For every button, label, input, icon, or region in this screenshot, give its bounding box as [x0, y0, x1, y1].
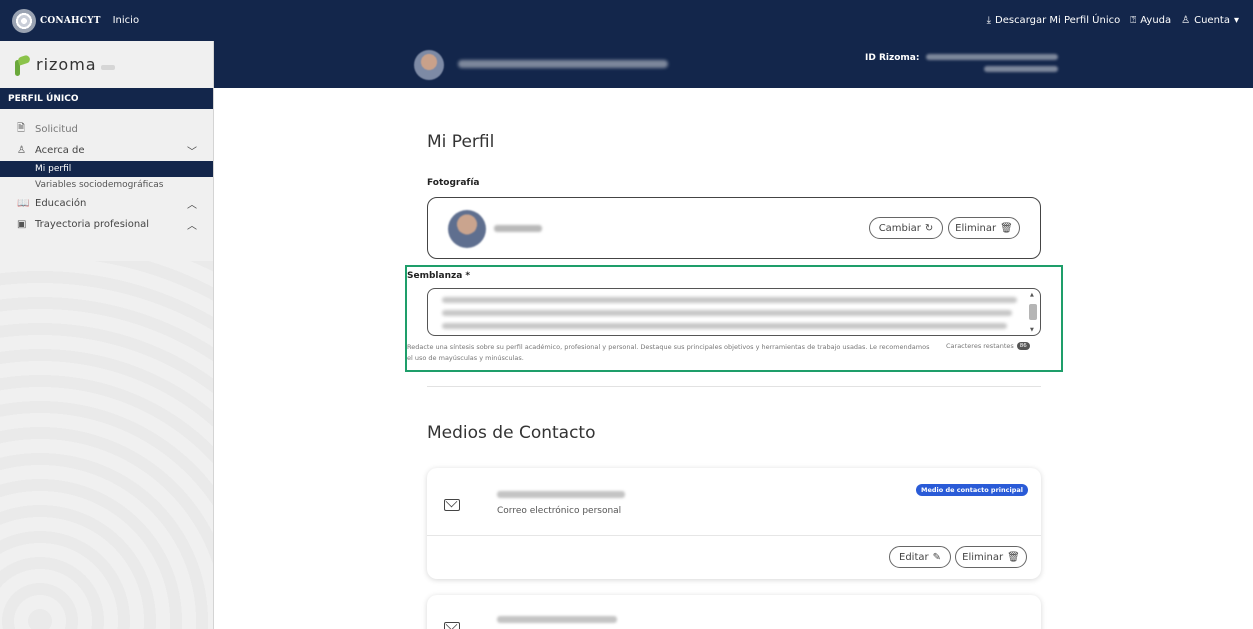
chevron-down-icon: ﹀ [187, 147, 197, 158]
contact-section-title: Medios de Contacto [427, 423, 596, 443]
account-label: Cuenta [1194, 15, 1230, 26]
rizoma-leaf-icon [12, 54, 32, 76]
home-link[interactable]: Inicio [113, 15, 139, 26]
scroll-up-icon: ▲ [1030, 292, 1034, 298]
trash-icon: 🗑 [1000, 222, 1013, 234]
contact-email-redacted [497, 491, 625, 498]
refresh-icon: ↻ [924, 222, 934, 234]
remaining-characters: Caracteres restantes 86 [946, 342, 1030, 350]
sidebar-item-label: Educación [35, 198, 87, 209]
user-icon: ♙ [17, 145, 26, 156]
book-icon: 📖 [17, 198, 30, 209]
sidebar-item-educacion[interactable]: 📖 Educación ︿ [0, 193, 213, 214]
download-profile-link[interactable]: ⤓ Descargar Mi Perfil Único [987, 15, 1121, 26]
delete-photo-button[interactable]: Eliminar 🗑 [948, 217, 1020, 239]
contact-type: Correo electrónico personal [497, 506, 622, 516]
photo-label: Fotografía [427, 178, 480, 188]
bio-helper-text: Redacte una síntesis sobre su perfil aca… [407, 343, 930, 362]
user-icon: ♙ [1181, 14, 1191, 26]
delete-contact-button[interactable]: Eliminar 🗑 [955, 546, 1027, 568]
help-link[interactable]: ⍰ Ayuda [1130, 15, 1171, 26]
top-navbar: CONAHCYT Inicio ⤓ Descargar Mi Perfil Ún… [0, 0, 1253, 41]
conahcyt-logo[interactable]: CONAHCYT [12, 8, 101, 33]
contact-card: Correo electrónico personal Medio de con… [427, 468, 1041, 579]
edit-contact-label: Editar [899, 551, 929, 563]
sidebar-item-trayectoria[interactable]: ▣ Trayectoria profesional ︿ [0, 214, 213, 235]
bio-label: Semblanza * [407, 271, 471, 281]
page-title: Mi Perfil [427, 132, 495, 152]
sidebar-item-label: Trayectoria profesional [35, 219, 150, 230]
change-photo-button[interactable]: Cambiar ↻ [869, 217, 943, 239]
photo-filename-redacted [494, 225, 542, 232]
badge-icon: ▣ [17, 219, 27, 230]
main-content: Mi Perfil Fotografía Cambiar ↻ Eliminar … [214, 88, 1253, 629]
delete-contact-label: Eliminar [962, 551, 1004, 563]
download-profile-label: Descargar Mi Perfil Único [995, 15, 1121, 26]
conahcyt-seal-icon [12, 8, 36, 33]
photo-card: Cambiar ↻ Eliminar 🗑 [427, 197, 1041, 259]
rizoma-id-value-redacted [926, 54, 1058, 60]
help-icon: ⍰ [1130, 14, 1137, 26]
bio-text-line [442, 310, 1012, 316]
textarea-scrollbar[interactable]: ▲ ▼ [1028, 292, 1038, 334]
account-menu[interactable]: ♙ Cuenta ▾ [1181, 15, 1239, 26]
brand-name: CONAHCYT [40, 16, 101, 26]
remaining-characters-label: Caracteres restantes [946, 342, 1014, 350]
primary-contact-badge: Medio de contacto principal [915, 484, 1028, 496]
sidebar-subitem-variables[interactable]: Variables sociodemográficas [0, 177, 213, 193]
mail-icon [444, 622, 460, 629]
section-title-perfil-unico: PERFIL ÚNICO [0, 88, 213, 109]
rizoma-logo[interactable]: rizoma [0, 41, 213, 88]
card-divider [427, 535, 1041, 536]
mail-icon [444, 499, 460, 511]
pencil-icon: ✎ [932, 551, 941, 563]
user-name-redacted [458, 60, 668, 68]
delete-photo-label: Eliminar [955, 222, 997, 234]
caret-down-icon: ▾ [1233, 14, 1239, 26]
sidebar-item-acerca-de[interactable]: ♙ Acerca de ﹀ [0, 140, 213, 161]
change-photo-label: Cambiar [878, 222, 921, 234]
contact-card [427, 595, 1041, 629]
rizoma-id-detail-redacted [984, 66, 1058, 72]
remaining-characters-count: 86 [1016, 342, 1030, 350]
scroll-down-icon: ▼ [1030, 327, 1034, 333]
bio-text-line [442, 297, 1017, 303]
edit-contact-button[interactable]: Editar ✎ [889, 546, 951, 568]
download-icon: ⤓ [986, 14, 991, 26]
rizoma-id-label: ID Rizoma: [865, 53, 920, 63]
rizoma-logo-text: rizoma [36, 55, 97, 74]
sidebar-item-solicitud[interactable]: 🗎 Solicitud [0, 119, 213, 140]
bio-text-line [442, 323, 1007, 329]
sidebar-item-label: Acerca de [35, 145, 85, 156]
scroll-thumb[interactable] [1029, 304, 1037, 320]
document-icon: 🗎 [17, 123, 26, 134]
bio-textarea[interactable]: ▲ ▼ [427, 288, 1041, 336]
avatar [414, 50, 444, 80]
sidebar-nav: 🗎 Solicitud ♙ Acerca de ﹀ Mi perfil Vari… [0, 109, 213, 235]
chevron-up-icon: ︿ [187, 200, 197, 211]
section-divider [427, 386, 1041, 387]
chevron-up-icon: ︿ [187, 221, 197, 232]
help-label: Ayuda [1140, 15, 1172, 26]
contact-email-redacted [497, 616, 617, 623]
trash-icon: 🗑 [1007, 551, 1020, 563]
logo-tag [100, 65, 115, 70]
brand-subtitle [40, 28, 101, 33]
sidebar-subitem-mi-perfil[interactable]: Mi perfil [0, 161, 213, 177]
profile-photo [448, 210, 486, 248]
profile-header: ID Rizoma: [214, 41, 1253, 88]
sidebar: rizoma PERFIL ÚNICO 🗎 Solicitud ♙ Acerca… [0, 41, 214, 629]
sidebar-item-label: Solicitud [35, 124, 78, 135]
